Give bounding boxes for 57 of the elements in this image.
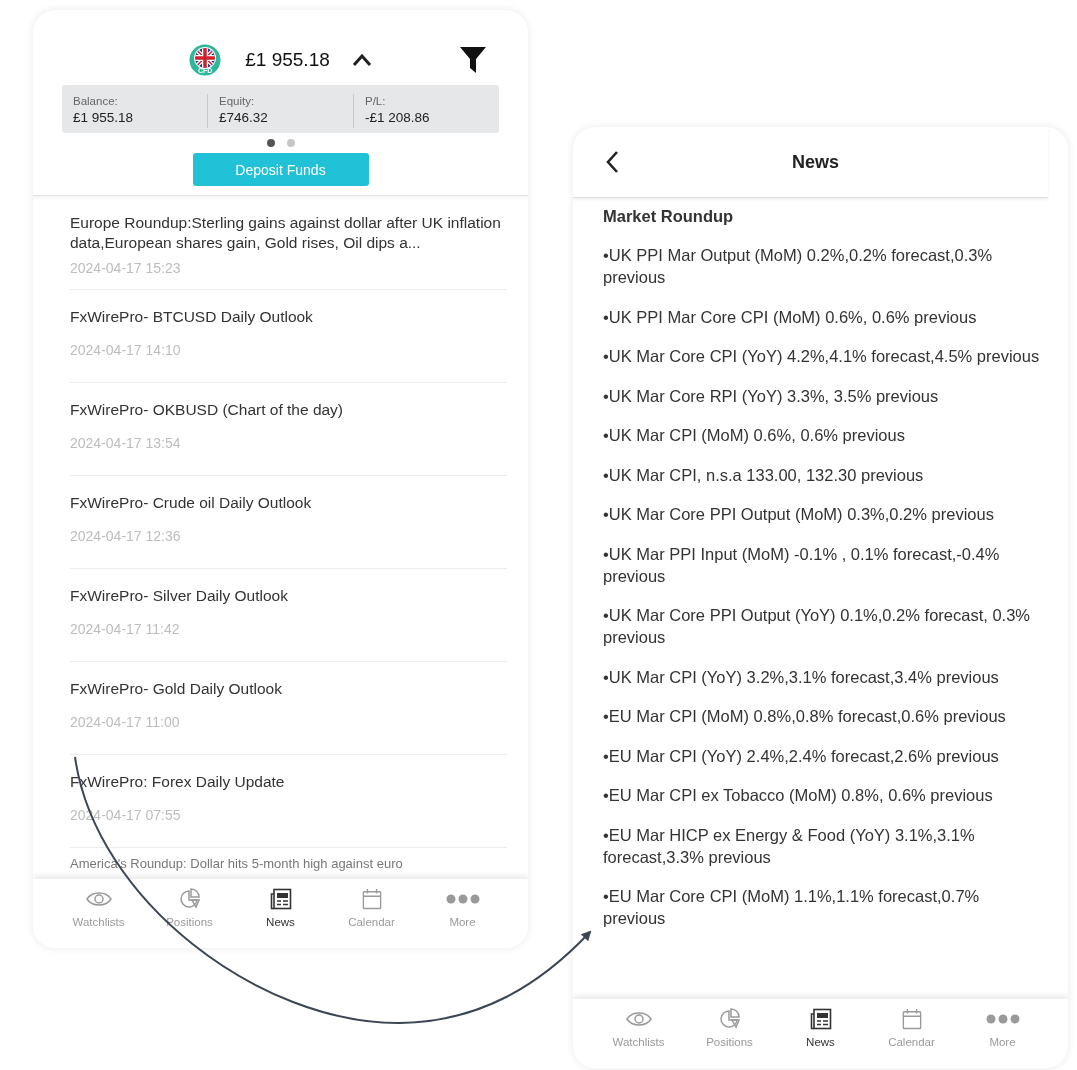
article-line: •UK PPI Mar Output (MoM) 0.2%,0.2% forecast,0.3% previous xyxy=(603,245,994,288)
tab[interactable]: Positions xyxy=(153,887,226,928)
article-line: •EU Mar Core CPI (MoM) 1.1%,1.1% forecast,0.7% previous xyxy=(603,886,981,929)
article-line: •UK Mar Core CPI (YoY) 4.2%,4.1% forecast,4.5% previous xyxy=(603,346,1041,367)
article-line: •UK Mar Core RPI (YoY) 3.3%, 3.5% previous xyxy=(603,385,940,407)
news-title[interactable]: FxWirePro- Gold Daily Outlook xyxy=(70,679,507,699)
article-line: •EU Mar HICP ex Energy & Food (YoY) 3.1%,3.1% forecast,3.3% previous xyxy=(603,824,976,868)
caret-up-icon[interactable] xyxy=(351,53,372,67)
tab[interactable]: Calendar xyxy=(335,887,408,928)
back-icon[interactable] xyxy=(605,150,619,174)
newspaper-icon xyxy=(269,887,292,911)
pie-chart-icon xyxy=(178,887,201,911)
news-title[interactable]: FxWirePro- OKBUSD (Chart of the day) xyxy=(70,400,507,420)
news-time: 2024-04-17 12:36 xyxy=(70,528,182,544)
news-time: 2024-04-17 15:23 xyxy=(70,260,182,276)
summary-value: £746.32 xyxy=(219,109,269,127)
tab[interactable]: More xyxy=(426,887,499,928)
article-line: •UK Mar CPI (YoY) 3.2%,3.1% forecast,3.4% previous xyxy=(603,666,1000,688)
summary-label: Equity: xyxy=(219,94,256,108)
article-line: •UK Mar PPI Input (MoM) -0.1% , 0.1% forecast,-0.4% previous xyxy=(603,543,1001,587)
tab[interactable]: Positions xyxy=(693,1007,766,1048)
tab[interactable]: Watchlists xyxy=(602,1007,675,1048)
tab[interactable]: Calendar xyxy=(875,1007,948,1048)
news-title[interactable]: FxWirePro- Silver Daily Outlook xyxy=(70,586,507,606)
article-line: •EU Mar CPI (YoY) 2.4%,2.4% forecast,2.6% previous xyxy=(603,745,1000,767)
calendar-icon xyxy=(901,1007,922,1031)
news-time: 2024-04-17 14:10 xyxy=(70,342,182,358)
tab[interactable]: News xyxy=(244,887,317,928)
article-heading: Market Roundup xyxy=(603,207,735,226)
account-amount: £1 955.18 xyxy=(245,49,330,71)
summary-label: Balance: xyxy=(73,94,119,108)
tab[interactable]: News xyxy=(784,1007,857,1048)
news-time: 2024-04-17 13:54 xyxy=(70,435,182,451)
news-title[interactable]: FxWirePro- BTCUSD Daily Outlook xyxy=(70,307,507,327)
article-line: •UK Mar CPI (MoM) 0.6%, 0.6% previous xyxy=(603,425,906,446)
screen-title: News xyxy=(791,150,840,174)
newspaper-icon xyxy=(809,1007,832,1031)
article-line: •EU Mar CPI ex Tobacco (MoM) 0.8%, 0.6% previous xyxy=(603,785,994,806)
page-dot[interactable] xyxy=(266,139,275,147)
news-time: 2024-04-17 11:42 xyxy=(70,621,181,637)
summary-label: P/L: xyxy=(365,94,387,108)
article-line: •UK Mar Core PPI Output (MoM) 0.3%,0.2% previous xyxy=(603,504,995,525)
article-line: •UK Mar Core PPI Output (YoY) 0.1%,0.2% forecast, 0.3% previous xyxy=(603,605,1032,648)
tab[interactable]: More xyxy=(966,1007,1039,1048)
news-title[interactable]: FxWirePro- Crude oil Daily Outlook xyxy=(70,493,507,513)
filter-icon[interactable] xyxy=(460,47,486,73)
news-time: 2024-04-17 11:00 xyxy=(70,714,181,730)
calendar-icon xyxy=(361,887,382,911)
summary-value: £1 955.18 xyxy=(73,109,135,127)
article-line: •UK PPI Mar Core CPI (MoM) 0.6%, 0.6% previous xyxy=(603,306,978,328)
summary-value: -£1 208.86 xyxy=(365,109,431,127)
article-line: •UK Mar CPI, n.s.a 133.00, 132.30 previous xyxy=(603,464,925,486)
article-line: •EU Mar CPI (MoM) 0.8%,0.8% forecast,0.6% previous xyxy=(603,706,1007,727)
pie-chart-icon xyxy=(718,1007,741,1031)
news-title[interactable]: Europe Roundup:Sterling gains against dollar after UK inflation data,European shares gain, Gold rises, Oil dips a... xyxy=(70,213,507,253)
tab[interactable]: Watchlists xyxy=(62,887,135,928)
page-dot[interactable] xyxy=(286,139,295,147)
